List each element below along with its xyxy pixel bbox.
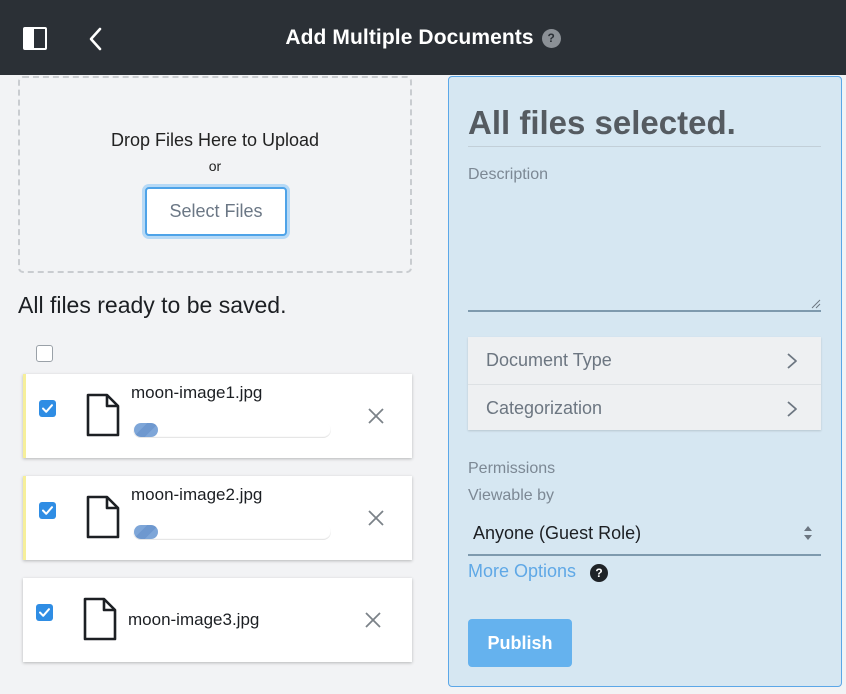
page-title-text: Add Multiple Documents bbox=[285, 26, 534, 49]
select-files-button[interactable]: Select Files bbox=[145, 187, 287, 236]
viewable-by-label: Viewable by bbox=[468, 487, 554, 504]
viewable-by-select[interactable]: Anyone (Guest Role) bbox=[468, 512, 821, 556]
title-divider bbox=[468, 146, 821, 147]
page-title: Add Multiple Documents? bbox=[0, 26, 846, 50]
file-item: moon-image3.jpg bbox=[23, 578, 412, 662]
file-checkbox[interactable] bbox=[39, 502, 56, 519]
upload-progress-bar bbox=[133, 524, 331, 540]
select-all-checkbox[interactable] bbox=[36, 345, 53, 362]
metadata-nav: Document Type Categorization bbox=[468, 337, 821, 430]
file-item: moon-image1.jpg bbox=[23, 374, 412, 458]
checkmark-icon bbox=[39, 608, 50, 617]
app-header: Add Multiple Documents? bbox=[0, 0, 846, 75]
upload-progress-fill bbox=[134, 525, 158, 539]
drop-files-text: Drop Files Here to Upload bbox=[110, 130, 320, 150]
file-name: moon-image3.jpg bbox=[128, 610, 260, 629]
selection-title: All files selected. bbox=[468, 104, 736, 141]
document-icon bbox=[83, 597, 117, 641]
remove-file-icon[interactable] bbox=[366, 508, 386, 528]
publish-button[interactable]: Publish bbox=[468, 619, 572, 667]
more-options-link[interactable]: More Options bbox=[468, 561, 576, 582]
upload-progress-bar bbox=[133, 422, 331, 438]
remove-file-icon[interactable] bbox=[366, 406, 386, 426]
permissions-label: Permissions bbox=[468, 460, 556, 477]
viewable-by-value: Anyone (Guest Role) bbox=[473, 523, 642, 543]
file-drop-zone[interactable]: Drop Files Here to Upload or Select File… bbox=[18, 76, 412, 273]
categorization-label: Categorization bbox=[486, 398, 603, 418]
file-checkbox[interactable] bbox=[39, 400, 56, 417]
remove-file-icon[interactable] bbox=[363, 610, 383, 630]
file-name: moon-image1.jpg bbox=[131, 383, 263, 402]
description-field[interactable] bbox=[468, 187, 821, 312]
files-ready-heading: All files ready to be saved. bbox=[18, 292, 287, 318]
chevron-right-icon bbox=[787, 353, 797, 369]
document-details-panel: All files selected. Description Document… bbox=[448, 76, 842, 687]
document-type-item[interactable]: Document Type bbox=[468, 337, 821, 383]
upload-progress-fill bbox=[134, 423, 158, 437]
file-item: moon-image2.jpg bbox=[23, 476, 412, 560]
checkmark-icon bbox=[42, 404, 53, 413]
categorization-item[interactable]: Categorization bbox=[468, 384, 821, 430]
file-name: moon-image2.jpg bbox=[131, 485, 263, 504]
file-checkbox[interactable] bbox=[36, 604, 53, 621]
chevron-right-icon bbox=[787, 401, 797, 417]
document-type-label: Document Type bbox=[486, 350, 612, 370]
description-label: Description bbox=[468, 166, 549, 183]
or-text: or bbox=[208, 158, 222, 174]
more-options-help-icon[interactable]: ? bbox=[590, 564, 608, 582]
document-icon bbox=[86, 495, 120, 539]
select-arrows-icon bbox=[804, 526, 812, 540]
resize-handle-icon[interactable] bbox=[811, 299, 821, 309]
document-icon bbox=[86, 393, 120, 437]
checkmark-icon bbox=[42, 506, 53, 515]
help-icon[interactable]: ? bbox=[541, 29, 561, 48]
